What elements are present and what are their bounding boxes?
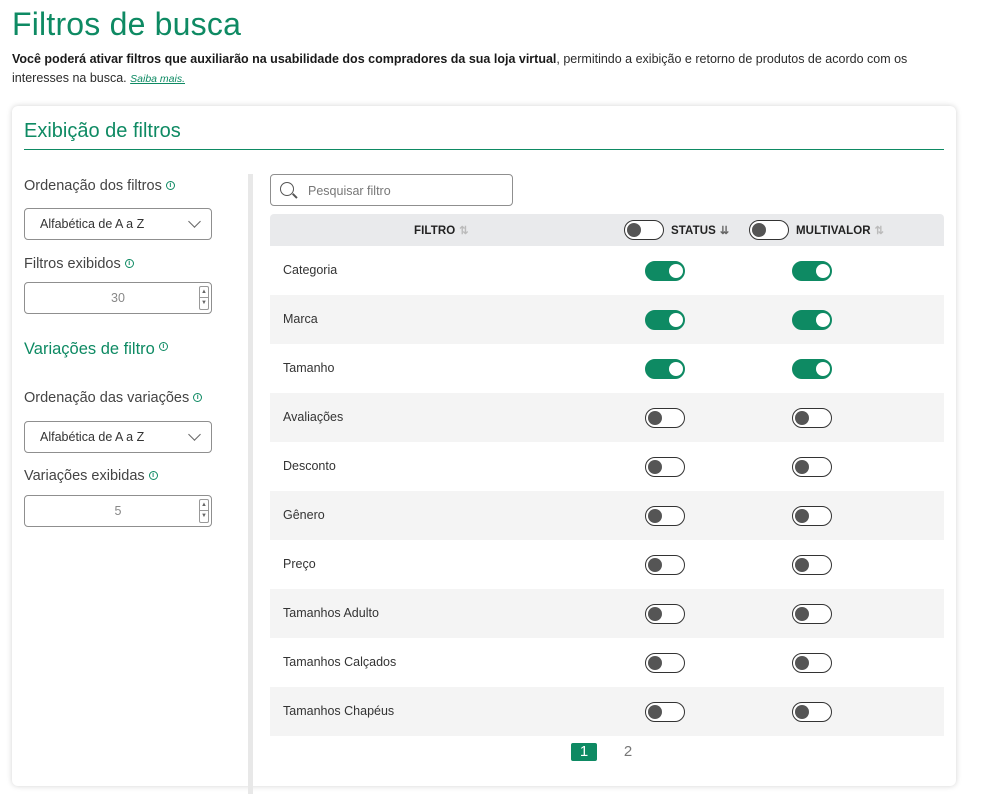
status-toggle[interactable] [645,408,685,428]
table-row: Categoria [270,246,944,295]
variation-order-label: Ordenação das variações i [24,390,203,406]
status-toggle[interactable] [645,457,685,477]
stepper-down-icon[interactable]: ▼ [200,298,208,309]
filter-name: Avaliações [283,410,344,424]
status-toggle[interactable] [645,604,685,624]
info-icon[interactable]: i [148,471,158,480]
filter-name: Tamanho [283,361,335,375]
multivalue-toggle[interactable] [792,555,832,575]
filter-name: Gênero [283,508,325,522]
multivalue-toggle[interactable] [792,653,832,673]
variations-shown-input[interactable]: 5 ▲ ▼ [24,495,212,527]
filters-shown-input[interactable]: 30 ▲ ▼ [24,282,212,314]
variations-heading: Variações de filtro i [24,340,168,359]
column-header-multivalue[interactable]: MULTIVALOR ⇅ [796,224,884,237]
page-description: Você poderá ativar filtros que auxiliarã… [12,50,912,89]
search-icon [280,182,294,196]
filter-order-select[interactable]: Alfabética de A a Z [24,208,212,240]
table-row: Desconto [270,442,944,491]
multivalue-all-toggle[interactable] [749,220,789,240]
info-icon[interactable]: i [165,181,175,190]
variations-shown-label: Variações exibidas i [24,468,158,484]
learn-more-link[interactable]: Saiba mais. [130,73,185,85]
column-header-status[interactable]: STATUS ⇊ [671,224,729,237]
stepper-up-icon[interactable]: ▲ [200,500,208,511]
number-stepper[interactable]: ▲ ▼ [199,286,209,310]
sort-icon[interactable]: ⇅ [459,225,468,237]
status-toggle[interactable] [645,555,685,575]
info-icon[interactable]: i [124,259,134,268]
filter-name: Marca [283,312,318,326]
multivalue-toggle[interactable] [792,359,832,379]
filter-display-card: Exibição de filtros Ordenação dos filtro… [12,106,956,794]
status-all-toggle[interactable] [624,220,664,240]
card-divider [24,149,944,150]
info-icon[interactable]: i [193,393,203,402]
filters-table: FILTRO ⇅ STATUS ⇊ MULTIVALOR ⇅ Categoria Mar… [270,214,944,736]
page-button-1[interactable]: 1 [571,743,597,761]
column-header-filter[interactable]: FILTRO ⇅ [414,224,469,237]
card-title: Exibição de filtros [24,120,181,142]
status-toggle[interactable] [645,702,685,722]
multivalue-toggle[interactable] [792,261,832,281]
chevron-down-icon [188,215,201,228]
status-toggle[interactable] [645,359,685,379]
stepper-down-icon[interactable]: ▼ [200,511,208,522]
stepper-up-icon[interactable]: ▲ [200,287,208,298]
multivalue-toggle[interactable] [792,310,832,330]
filter-name: Desconto [283,459,336,473]
status-toggle[interactable] [645,653,685,673]
table-row: Gênero [270,491,944,540]
filter-name: Tamanhos Calçados [283,655,397,669]
filters-shown-label: Filtros exibidos i [24,256,134,272]
table-row: Tamanhos Adulto [270,589,944,638]
filter-name: Tamanhos Adulto [283,606,379,620]
number-stepper[interactable]: ▲ ▼ [199,499,209,523]
multivalue-toggle[interactable] [792,702,832,722]
info-icon[interactable]: i [158,342,168,351]
table-row: Preço [270,540,944,589]
table-header: FILTRO ⇅ STATUS ⇊ MULTIVALOR ⇅ [270,214,944,246]
sort-icon[interactable]: ⇅ [875,225,884,237]
chevron-down-icon [188,428,201,441]
status-toggle[interactable] [645,506,685,526]
intro-bold-text: Você poderá ativar filtros que auxiliarã… [12,52,557,66]
multivalue-toggle[interactable] [792,604,832,624]
table-row: Marca [270,295,944,344]
page-title: Filtros de busca [12,6,242,42]
sort-desc-icon[interactable]: ⇊ [720,225,729,237]
table-row: Tamanhos Chapéus [270,687,944,736]
multivalue-toggle[interactable] [792,408,832,428]
status-toggle[interactable] [645,261,685,281]
filter-name: Tamanhos Chapéus [283,704,395,718]
multivalue-toggle[interactable] [792,457,832,477]
search-placeholder: Pesquisar filtro [308,184,391,198]
table-row: Tamanhos Calçados [270,638,944,687]
filter-name: Preço [283,557,316,571]
search-input[interactable]: Pesquisar filtro [270,174,513,206]
table-row: Tamanho [270,344,944,393]
page-button-2[interactable]: 2 [615,743,641,761]
table-row: Avaliações [270,393,944,442]
variation-order-select[interactable]: Alfabética de A a Z [24,421,212,453]
multivalue-toggle[interactable] [792,506,832,526]
status-toggle[interactable] [645,310,685,330]
panel-divider [248,174,253,794]
filter-name: Categoria [283,263,338,277]
table-body: Categoria Marca Tamanho Avaliações Desconto G… [270,246,944,736]
filter-order-label: Ordenação dos filtros i [24,178,175,194]
